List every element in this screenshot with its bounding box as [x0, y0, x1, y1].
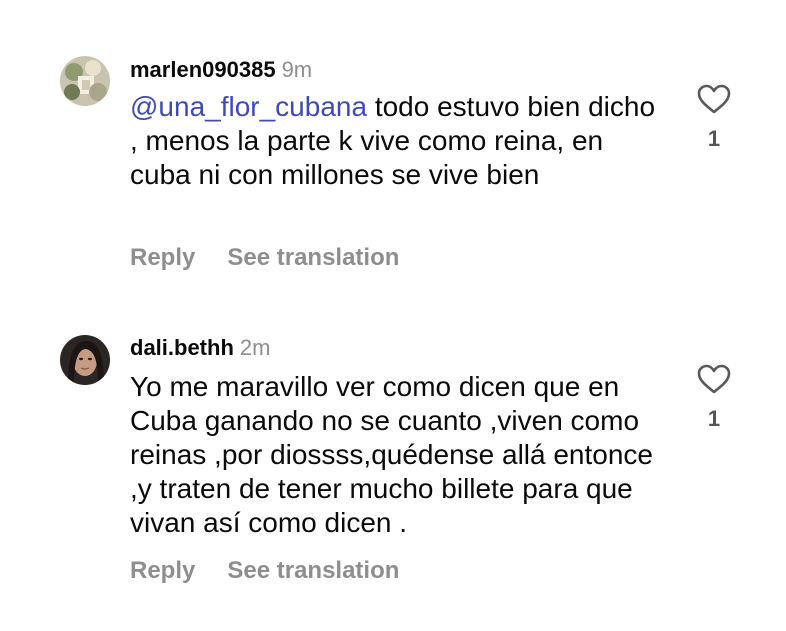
like-control: 1: [694, 364, 734, 432]
avatar[interactable]: [60, 335, 110, 385]
heart-outline-icon[interactable]: [697, 364, 731, 394]
reply-button[interactable]: Reply: [130, 557, 195, 584]
comment-body: Yo me maravillo ver como dicen que en Cu…: [130, 371, 654, 538]
reply-button[interactable]: Reply: [130, 244, 195, 271]
see-translation-button[interactable]: See translation: [227, 557, 399, 584]
comment-text: Yo me maravillo ver como dicen que en Cu…: [130, 370, 670, 540]
like-count: 1: [707, 126, 721, 151]
comment-meta: dali.bethh 2m: [130, 335, 270, 361]
comment-text: @una_flor_cubana todo estuvo bien dicho …: [130, 90, 670, 192]
heart-outline-icon[interactable]: [697, 84, 731, 114]
comment-actions: Reply See translation: [130, 557, 399, 585]
see-translation-button[interactable]: See translation: [227, 244, 399, 271]
like-control: 1: [694, 84, 734, 152]
comment-actions: Reply See translation: [130, 244, 399, 272]
username[interactable]: marlen090385: [130, 57, 276, 82]
username[interactable]: dali.bethh: [130, 335, 234, 360]
timestamp: 2m: [239, 335, 271, 360]
mention-link[interactable]: @una_flor_cubana: [130, 91, 367, 122]
comment-meta: marlen090385 9m: [130, 57, 312, 83]
avatar[interactable]: [60, 56, 110, 106]
timestamp: 9m: [281, 57, 313, 82]
like-count: 1: [707, 406, 721, 431]
